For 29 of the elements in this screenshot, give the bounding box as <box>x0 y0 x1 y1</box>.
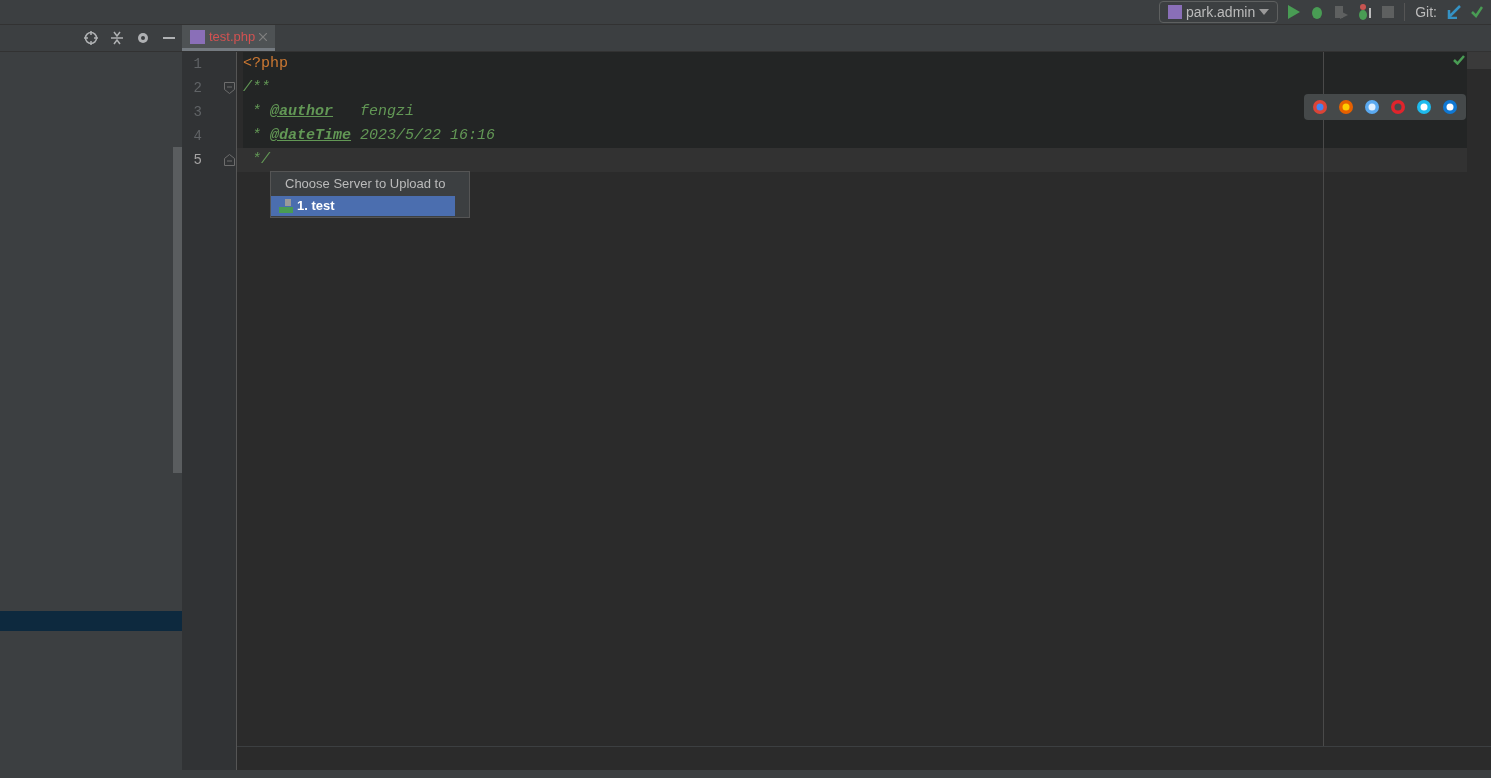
bug-icon[interactable] <box>1310 5 1325 19</box>
compass-icon[interactable] <box>1364 99 1380 115</box>
ftp-server-icon <box>279 199 293 213</box>
bug-icon[interactable] <box>1358 4 1373 20</box>
scrollbar[interactable] <box>173 147 182 473</box>
caret-icon <box>1259 9 1270 15</box>
run-icon[interactable] <box>1288 5 1301 19</box>
menu-title: Choose Server to Upload to <box>284 175 447 194</box>
stop-icon[interactable] <box>1382 6 1395 18</box>
arrow-icon[interactable] <box>1447 5 1461 19</box>
line-number: 5 <box>192 150 202 170</box>
php-file-icon <box>190 29 205 44</box>
menu-item[interactable]: 1. test <box>271 196 455 216</box>
check-icon <box>1453 55 1465 65</box>
php-file-icon <box>1167 5 1182 19</box>
settings-icon[interactable] <box>136 31 150 45</box>
opera-icon[interactable] <box>1390 99 1406 115</box>
globe-icon[interactable] <box>1416 99 1432 115</box>
globe-icon[interactable] <box>1442 99 1458 115</box>
run-config-dropdown[interactable]: park.admin <box>1158 1 1279 23</box>
check-icon[interactable] <box>1471 6 1483 18</box>
fold-icon[interactable] <box>224 154 235 166</box>
firefox-icon[interactable] <box>1338 99 1354 115</box>
vcs-label: Git: <box>1415 2 1437 22</box>
chrome-icon[interactable] <box>1312 99 1328 115</box>
crosshair-icon[interactable] <box>84 31 98 45</box>
fold-icon[interactable] <box>224 82 235 94</box>
close-icon[interactable] <box>259 32 268 41</box>
collapse-icon[interactable] <box>111 31 123 45</box>
